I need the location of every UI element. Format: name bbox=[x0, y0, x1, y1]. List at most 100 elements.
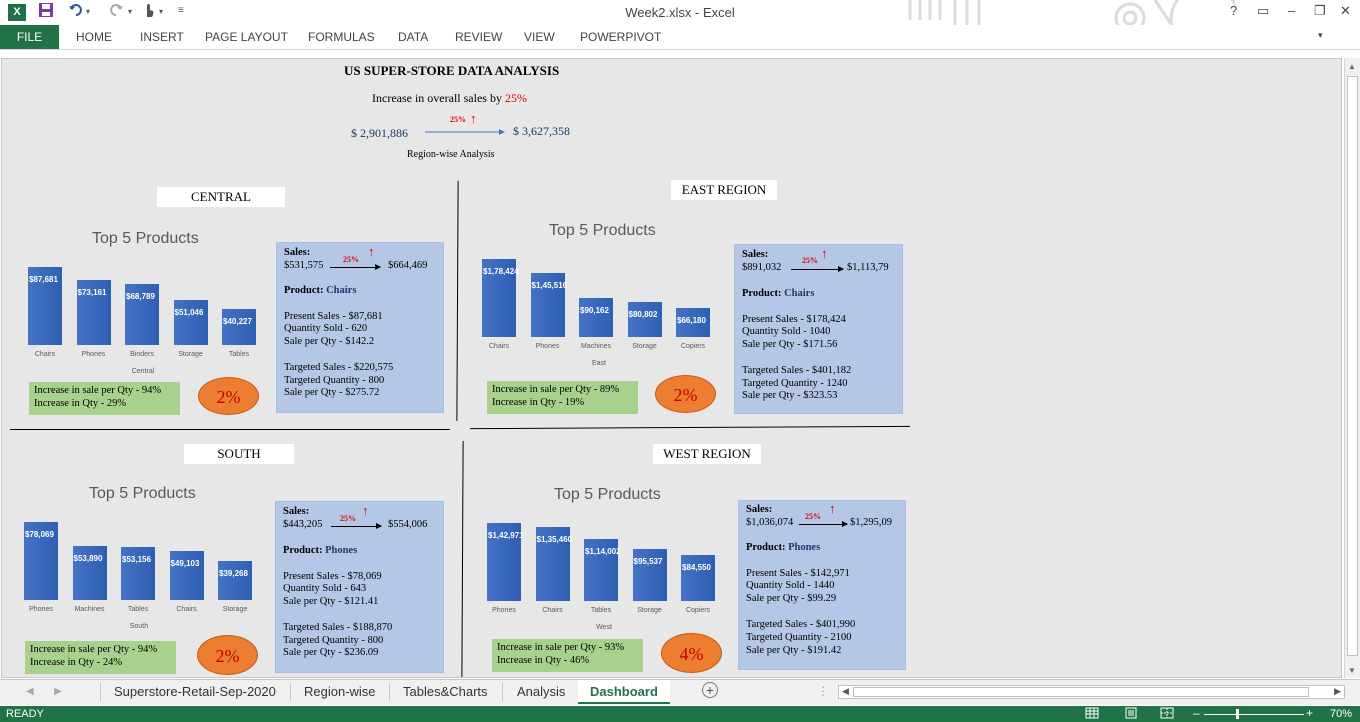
increase-pct: 25% bbox=[504, 91, 527, 105]
bar-data-label: $1,45,516 bbox=[531, 281, 568, 290]
west-axis-title: West bbox=[596, 624, 612, 631]
next-sheet-icon[interactable]: ▶ bbox=[54, 686, 62, 697]
vertical-scrollbar[interactable]: ▲ ▼ bbox=[1344, 58, 1360, 678]
ribbon-display-button[interactable]: ▭ bbox=[1257, 3, 1269, 19]
zoom-slider-thumb[interactable] bbox=[1236, 709, 1239, 719]
restore-button[interactable]: ❐ bbox=[1314, 3, 1326, 19]
bar-data-label: $87,681 bbox=[29, 275, 58, 284]
central-bar-chart: $87,681 Chairs $73,161 Phones $68,789 Binders… bbox=[28, 257, 268, 377]
scroll-right-icon[interactable]: ▶ bbox=[1334, 686, 1341, 697]
vertical-scroll-thumb[interactable] bbox=[1347, 76, 1358, 656]
category-label: Phones bbox=[492, 607, 516, 614]
east-targeted-qty: Targeted Quantity - 1240 bbox=[742, 378, 848, 389]
bar-storage bbox=[218, 561, 252, 600]
page-break-view-icon[interactable] bbox=[1160, 707, 1174, 722]
central-sales-label: Sales: bbox=[284, 247, 311, 258]
scroll-left-icon[interactable]: ◀ bbox=[842, 686, 849, 697]
worksheet[interactable]: US SUPER-STORE DATA ANALYSIS Increase in… bbox=[1, 58, 1342, 678]
collapse-ribbon-icon[interactable]: ▾ bbox=[1318, 30, 1323, 41]
east-present-sales: Present Sales - $178,424 bbox=[742, 314, 846, 325]
tab-formulas[interactable]: FORMULAS bbox=[308, 30, 375, 44]
sheet-tab-tables-charts[interactable]: Tables&Charts bbox=[403, 684, 488, 699]
horizontal-scroll-thumb[interactable] bbox=[853, 687, 1309, 697]
category-label: Machines bbox=[581, 343, 611, 350]
central-targeted-qty: Targeted Quantity - 800 bbox=[284, 375, 385, 386]
central-up-arrow-icon: ↑ bbox=[368, 244, 375, 259]
bar-tables bbox=[222, 309, 256, 345]
tab-insert[interactable]: INSERT bbox=[140, 30, 184, 44]
ribbon-tabs: FILE HOME INSERT PAGE LAYOUT FORMULAS DA… bbox=[0, 25, 1360, 50]
central-product-line: Product: Chairs bbox=[284, 285, 356, 298]
tab-home[interactable]: HOME bbox=[76, 30, 112, 44]
tab-powerpivot[interactable]: POWERPIVOT bbox=[580, 30, 661, 44]
tab-splitter-icon[interactable]: ⋮ bbox=[817, 684, 829, 698]
tab-view[interactable]: VIEW bbox=[524, 30, 555, 44]
scroll-down-icon[interactable]: ▼ bbox=[1348, 666, 1356, 675]
sheet-tab-region-wise[interactable]: Region-wise bbox=[304, 684, 376, 699]
category-label: Chairs bbox=[488, 343, 510, 350]
central-targeted-sales: Targeted Sales - $220,575 bbox=[284, 362, 394, 373]
east-sales-label: Sales: bbox=[742, 249, 769, 260]
add-sheet-icon[interactable]: + bbox=[702, 682, 718, 698]
scroll-up-icon[interactable]: ▲ bbox=[1348, 62, 1356, 71]
sheet-tab-superstore[interactable]: Superstore-Retail-Sep-2020 bbox=[114, 684, 276, 699]
south-inc-qty: Increase in Qty - 24% bbox=[30, 656, 123, 668]
central-inc-sale-per-qty: Increase in sale per Qty - 94% bbox=[34, 385, 162, 396]
status-ready: READY bbox=[6, 708, 44, 720]
south-product-label: Product: bbox=[283, 545, 326, 556]
minimize-button[interactable]: – bbox=[1288, 3, 1295, 18]
region-wise-subtitle: Region-wise Analysis bbox=[407, 149, 495, 160]
tab-data[interactable]: DATA bbox=[398, 30, 428, 44]
tab-page-layout[interactable]: PAGE LAYOUT bbox=[205, 30, 288, 44]
south-axis-title: South bbox=[129, 623, 149, 630]
prev-sheet-icon[interactable]: ◀ bbox=[26, 686, 34, 697]
sheet-tab-analysis[interactable]: Analysis bbox=[517, 684, 565, 699]
east-inc-sale-per-qty: Increase in sale per Qty - 89% bbox=[492, 384, 620, 395]
east-up-arrow-icon: ↑ bbox=[821, 246, 828, 261]
bar-data-label: $53,156 bbox=[122, 555, 151, 564]
sheet-tab-dashboard[interactable]: Dashboard bbox=[578, 680, 670, 704]
bar-data-label: $68,789 bbox=[126, 292, 155, 301]
south-qty-sold: Quantity Sold - 643 bbox=[283, 583, 367, 594]
bar-data-label: $40,227 bbox=[223, 317, 252, 326]
category-label: Phones bbox=[535, 343, 560, 350]
tab-separator bbox=[502, 683, 503, 701]
bar-data-label: $51,046 bbox=[174, 308, 204, 317]
tab-review[interactable]: REVIEW bbox=[455, 30, 502, 44]
east-sale-per-qty: Sale per Qty - $171.56 bbox=[742, 339, 838, 350]
bar-data-label: $1,35,460 bbox=[536, 535, 573, 544]
page-layout-view-icon[interactable] bbox=[1124, 707, 1138, 722]
tab-file[interactable]: FILE bbox=[0, 25, 59, 49]
south-sales-pct: 25% bbox=[340, 514, 356, 523]
east-info-box: Sales: $891,032 25% ↑ $1,113,79 Product:… bbox=[734, 244, 903, 414]
zoom-in-button[interactable]: + bbox=[1306, 706, 1313, 720]
horizontal-scrollbar[interactable]: ◀ ▶ bbox=[838, 685, 1345, 699]
title-bar: X ▾ ▾ ▾ ≡ Week2.xlsx - Excel ? ▭ – ❐ ✕ bbox=[0, 0, 1360, 45]
bar-data-label: $95,537 bbox=[633, 557, 663, 566]
overall-from-value: $ 2,901,886 bbox=[351, 126, 408, 140]
east-target-sale-per-qty: Sale per Qty - $323.53 bbox=[742, 390, 838, 401]
central-product-label: Product: bbox=[284, 285, 327, 296]
zoom-slider[interactable] bbox=[1204, 714, 1304, 715]
south-sales-from: $443,205 bbox=[283, 519, 323, 530]
category-label: Storage bbox=[222, 606, 248, 613]
west-pct-circle: 4% bbox=[661, 633, 722, 673]
bar-storage bbox=[173, 300, 208, 345]
horizontal-divider-right bbox=[470, 425, 910, 430]
close-button[interactable]: ✕ bbox=[1340, 3, 1351, 19]
increase-label: Increase in overall sales by bbox=[372, 91, 505, 105]
tab-separator bbox=[290, 683, 291, 701]
zoom-out-button[interactable]: – bbox=[1193, 706, 1200, 720]
south-sale-per-qty: Sale per Qty - $121.41 bbox=[283, 596, 379, 607]
west-label: WEST REGION bbox=[653, 444, 761, 464]
west-sales-pct: 25% bbox=[805, 512, 821, 521]
help-button[interactable]: ? bbox=[1230, 3, 1237, 18]
south-increase-box: Increase in sale per Qty - 94% Increase … bbox=[25, 641, 176, 674]
category-label: Storage bbox=[632, 343, 657, 350]
west-inc-qty: Increase in Qty - 46% bbox=[497, 654, 590, 666]
bar-data-label: $39,268 bbox=[219, 569, 248, 578]
west-bar-chart: $1,42,971 Phones $1,35,460 Chairs $1,14,002 T… bbox=[487, 513, 727, 633]
south-chart-title: Top 5 Products bbox=[89, 485, 196, 502]
normal-view-icon[interactable] bbox=[1085, 707, 1099, 722]
zoom-level[interactable]: 70% bbox=[1330, 708, 1352, 720]
